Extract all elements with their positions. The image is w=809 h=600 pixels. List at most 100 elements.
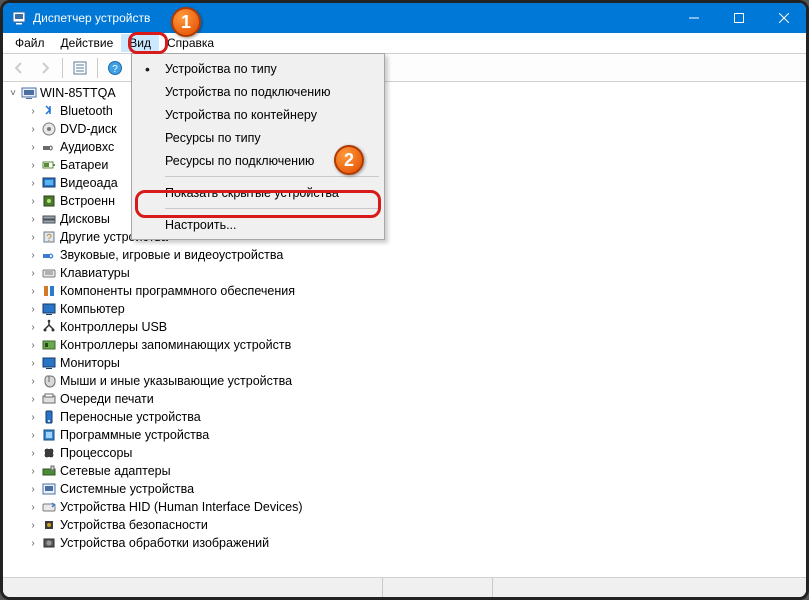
- device-category-icon: [41, 481, 57, 497]
- menu-devices-by-type[interactable]: Устройства по типу: [135, 57, 381, 80]
- expand-icon[interactable]: ›: [27, 520, 39, 531]
- device-category-icon: [41, 157, 57, 173]
- tree-category-label: Процессоры: [60, 446, 132, 460]
- tree-category-label: Устройства обработки изображений: [60, 536, 269, 550]
- toolbar-separator: [97, 58, 98, 78]
- maximize-button[interactable]: [716, 3, 761, 33]
- tree-category-label: Мониторы: [60, 356, 120, 370]
- expand-icon[interactable]: ›: [27, 304, 39, 315]
- statusbar: [3, 577, 806, 597]
- properties-button[interactable]: [68, 56, 92, 80]
- menu-help[interactable]: Справка: [159, 34, 222, 52]
- menu-customize[interactable]: Настроить...: [135, 213, 381, 236]
- window-controls: [671, 3, 806, 33]
- expand-icon[interactable]: ›: [27, 322, 39, 333]
- tree-category-row[interactable]: ›Клавиатуры: [3, 264, 806, 282]
- close-button[interactable]: [761, 3, 806, 33]
- device-category-icon: [41, 463, 57, 479]
- expand-icon[interactable]: ›: [27, 340, 39, 351]
- expand-icon[interactable]: ›: [27, 232, 39, 243]
- tree-category-label: Очереди печати: [60, 392, 154, 406]
- tree-category-label: Контроллеры запоминающих устройств: [60, 338, 291, 352]
- device-category-icon: [41, 211, 57, 227]
- forward-button[interactable]: [33, 56, 57, 80]
- tree-category-row[interactable]: › Устройства обработки изображений: [3, 534, 806, 552]
- device-tree-scroll[interactable]: ˅ WIN-85TTQA ›Bluetooth › DVD-диск ›Аудиовх…: [3, 82, 806, 577]
- expand-icon[interactable]: ›: [27, 160, 39, 171]
- tree-category-row[interactable]: ›Сетевые адаптеры: [3, 462, 806, 480]
- expand-icon[interactable]: ›: [27, 178, 39, 189]
- expand-icon[interactable]: ›: [27, 394, 39, 405]
- computer-icon: [21, 85, 37, 101]
- expand-icon[interactable]: ›: [27, 214, 39, 225]
- tree-category-row[interactable]: ›Компоненты программного обеспечения: [3, 282, 806, 300]
- expand-icon[interactable]: ›: [27, 538, 39, 549]
- expand-icon[interactable]: ›: [27, 412, 39, 423]
- tree-category-row[interactable]: › DVD-диск: [3, 120, 806, 138]
- expand-icon[interactable]: ›: [27, 358, 39, 369]
- tree-category-label: DVD-диск: [60, 122, 117, 136]
- device-tree: ˅ WIN-85TTQA ›Bluetooth › DVD-диск ›Аудиовх…: [3, 82, 806, 554]
- tree-category-row[interactable]: ›Аудиовхс: [3, 138, 806, 156]
- tree-category-row[interactable]: › Устройства безопасности: [3, 516, 806, 534]
- expand-icon[interactable]: ›: [27, 250, 39, 261]
- help-button[interactable]: ?: [103, 56, 127, 80]
- device-category-icon: [41, 121, 57, 137]
- expand-icon[interactable]: ›: [27, 268, 39, 279]
- tree-category-row[interactable]: ›Встроенн: [3, 192, 806, 210]
- tree-category-row[interactable]: ›Системные устройства: [3, 480, 806, 498]
- device-category-icon: [41, 301, 57, 317]
- expand-icon[interactable]: ›: [27, 430, 39, 441]
- menu-show-hidden-devices[interactable]: Показать скрытые устройства: [135, 181, 381, 204]
- menu-separator: [165, 176, 379, 177]
- expand-icon[interactable]: ›: [27, 502, 39, 513]
- menu-file[interactable]: Файл: [7, 34, 53, 52]
- expand-icon[interactable]: ›: [27, 286, 39, 297]
- device-category-icon: [41, 139, 57, 155]
- tree-category-row[interactable]: ›Bluetooth: [3, 102, 806, 120]
- menu-devices-by-container[interactable]: Устройства по контейнеру: [135, 103, 381, 126]
- collapse-icon[interactable]: ˅: [7, 88, 19, 99]
- expand-icon[interactable]: ›: [27, 124, 39, 135]
- tree-category-row[interactable]: ›Контроллеры USB: [3, 318, 806, 336]
- tree-category-label: Звуковые, игровые и видеоустройства: [60, 248, 283, 262]
- expand-icon[interactable]: ›: [27, 448, 39, 459]
- tree-category-row[interactable]: › Звуковые, игровые и видеоустройства: [3, 246, 806, 264]
- device-category-icon: [41, 445, 57, 461]
- tree-category-row[interactable]: › Очереди печати: [3, 390, 806, 408]
- expand-icon[interactable]: ›: [27, 466, 39, 477]
- body-area: ˅ WIN-85TTQA ›Bluetooth › DVD-диск ›Аудиовх…: [3, 82, 806, 597]
- expand-icon[interactable]: ›: [27, 142, 39, 153]
- device-category-icon: [41, 391, 57, 407]
- minimize-button[interactable]: [671, 3, 716, 33]
- tree-category-row[interactable]: ›Переносные устройства: [3, 408, 806, 426]
- tree-category-row[interactable]: ›Дисковы: [3, 210, 806, 228]
- tree-root-row[interactable]: ˅ WIN-85TTQA: [3, 84, 806, 102]
- tree-category-row[interactable]: ›Видеоада: [3, 174, 806, 192]
- menu-view[interactable]: Вид: [121, 34, 159, 52]
- tree-category-row[interactable]: › Контроллеры запоминающих устройств: [3, 336, 806, 354]
- expand-icon[interactable]: ›: [27, 106, 39, 117]
- device-category-icon: [41, 175, 57, 191]
- tree-category-row[interactable]: ›Программные устройства: [3, 426, 806, 444]
- tree-category-row[interactable]: ›Батареи: [3, 156, 806, 174]
- expand-icon[interactable]: ›: [27, 376, 39, 387]
- expand-icon[interactable]: ›: [27, 196, 39, 207]
- menu-separator: [165, 208, 379, 209]
- annotation-callout-1: 1: [171, 7, 201, 37]
- tree-category-row[interactable]: › Процессоры: [3, 444, 806, 462]
- tree-category-label: Устройства безопасности: [60, 518, 208, 532]
- menu-devices-by-connection[interactable]: Устройства по подключению: [135, 80, 381, 103]
- tree-category-row[interactable]: ›?Другие устройства: [3, 228, 806, 246]
- titlebar: Диспетчер устройств: [3, 3, 806, 33]
- tree-category-row[interactable]: ›Мыши и иные указывающие устройства: [3, 372, 806, 390]
- tree-category-row[interactable]: › Мониторы: [3, 354, 806, 372]
- back-button[interactable]: [7, 56, 31, 80]
- expand-icon[interactable]: ›: [27, 484, 39, 495]
- tree-category-row[interactable]: ›Устройства HID (Human Interface Devices…: [3, 498, 806, 516]
- window-title: Диспетчер устройств: [33, 11, 671, 25]
- tree-category-row[interactable]: ›Компьютер: [3, 300, 806, 318]
- device-category-icon: [41, 319, 57, 335]
- device-category-icon: [41, 337, 57, 353]
- menu-action[interactable]: Действие: [53, 34, 122, 52]
